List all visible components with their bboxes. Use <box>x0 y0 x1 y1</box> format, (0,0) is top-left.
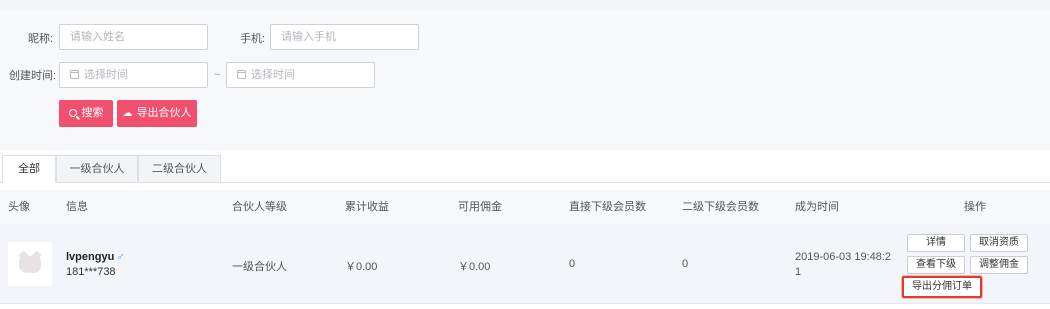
filter-panel: 昵称: 请输入姓名 手机: 请输入手机 创建时间: 选择时间 ~ 选择时间 搜索… <box>0 10 1050 150</box>
col-avatar: 头像 <box>8 201 30 213</box>
col-total-income: 累计收益 <box>345 201 389 213</box>
tab-level-two[interactable]: 二级合伙人 <box>138 155 221 183</box>
calendar-icon <box>70 70 79 79</box>
search-icon <box>68 109 77 117</box>
join-time: 2019-06-03 19:48:2 1 <box>795 251 892 278</box>
avatar <box>8 242 52 286</box>
detail-button[interactable]: 详情 <box>907 234 965 252</box>
tab-all[interactable]: 全部 <box>2 155 56 183</box>
cloud-upload-icon: ☁ <box>122 108 133 119</box>
top-strip <box>0 0 1050 10</box>
col-join-time: 成为时间 <box>795 201 839 213</box>
nickname-label: 昵称: <box>28 33 54 45</box>
col-level: 合伙人等级 <box>232 201 287 213</box>
second-members: 0 <box>682 258 689 270</box>
date-end-input[interactable]: 选择时间 <box>226 62 375 88</box>
search-button[interactable]: 搜索 <box>59 100 113 127</box>
col-second-members: 二级下级会员数 <box>682 201 759 213</box>
cancel-qualification-button[interactable]: 取消资质 <box>970 234 1028 252</box>
partner-level: 一级合伙人 <box>232 261 287 273</box>
partner-tabs: 全部 一级合伙人 二级合伙人 <box>0 155 1050 183</box>
export-partners-button[interactable]: ☁ 导出合伙人 <box>117 100 197 127</box>
table-row: lvpengyu ♂ 181***738 一级合伙人 ￥0.00 ￥0.00 0 … <box>0 224 1050 304</box>
partner-name: lvpengyu ♂ <box>66 251 125 263</box>
male-icon: ♂ <box>116 251 125 263</box>
total-income: ￥0.00 <box>345 261 378 273</box>
export-commission-orders-button[interactable]: 导出分佣订单 <box>902 276 982 298</box>
adjust-commission-button[interactable]: 调整佣金 <box>970 256 1028 274</box>
partner-phone: 181***738 <box>66 266 116 278</box>
default-avatar-icon <box>19 256 41 273</box>
created-time-label: 创建时间: <box>9 70 57 82</box>
col-actions: 操作 <box>964 201 986 213</box>
table-header: 头像 信息 合伙人等级 累计收益 可用佣金 直接下级会员数 二级下级会员数 成为… <box>0 190 1050 224</box>
date-start-input[interactable]: 选择时间 <box>59 62 208 88</box>
phone-label: 手机: <box>240 33 266 45</box>
calendar-icon <box>237 70 246 79</box>
phone-input[interactable]: 请输入手机 <box>270 24 419 50</box>
view-subordinates-button[interactable]: 查看下级 <box>907 256 965 274</box>
direct-members: 0 <box>569 258 576 270</box>
date-separator: ~ <box>214 69 221 81</box>
nickname-input[interactable]: 请输入姓名 <box>59 24 208 50</box>
col-available-commission: 可用佣金 <box>458 201 502 213</box>
available-commission: ￥0.00 <box>458 261 491 273</box>
col-info: 信息 <box>66 201 88 213</box>
col-direct-members: 直接下级会员数 <box>569 201 646 213</box>
tab-level-one[interactable]: 一级合伙人 <box>56 155 138 183</box>
